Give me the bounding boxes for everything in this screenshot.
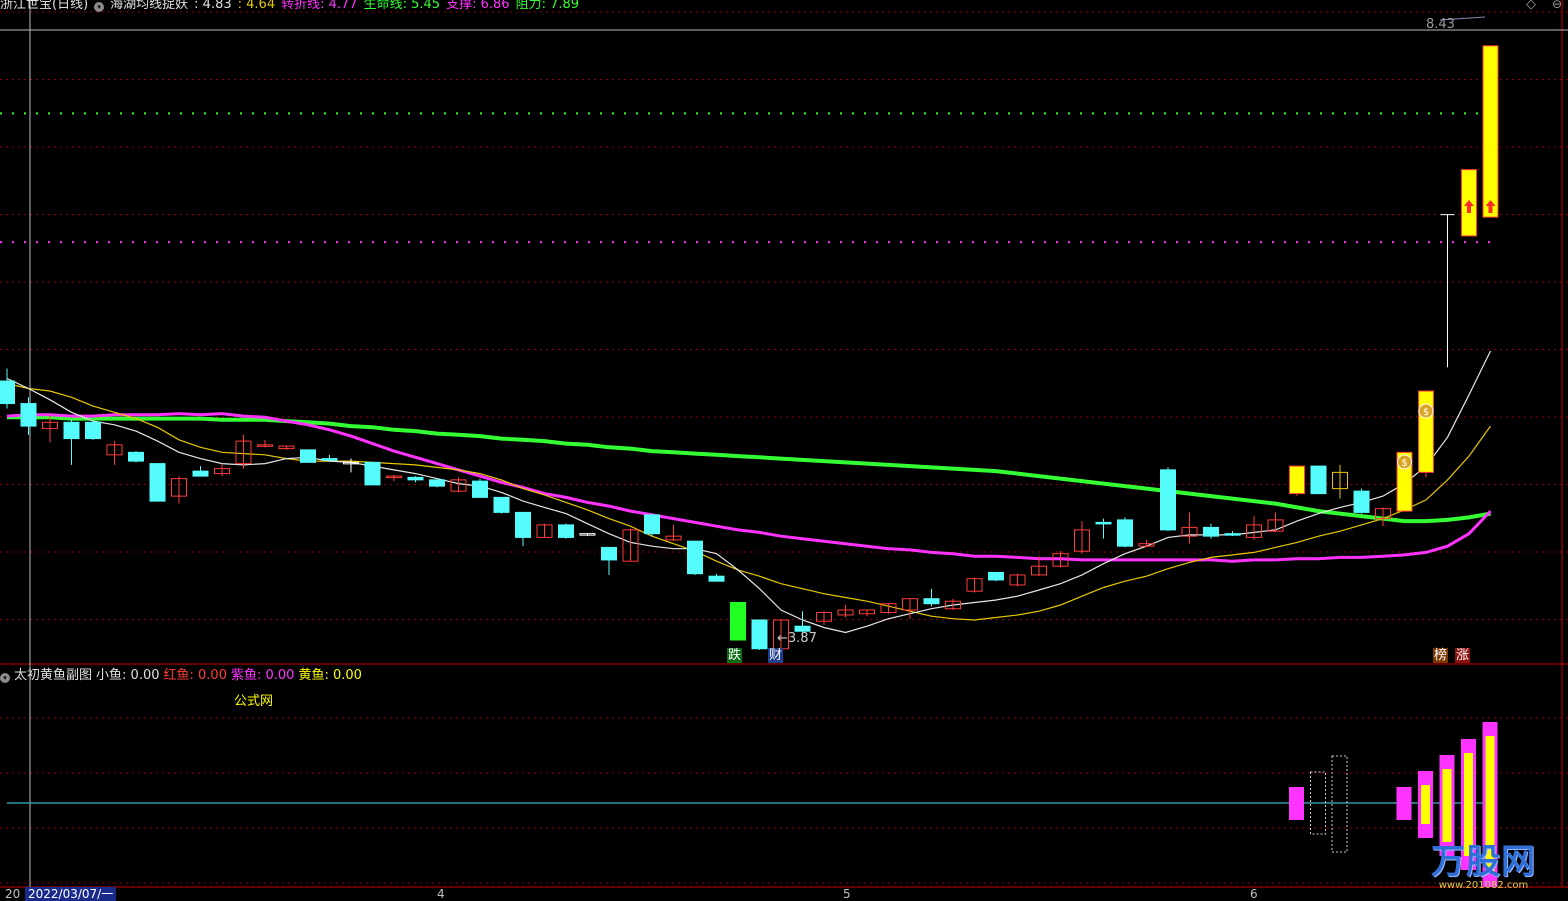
- red-fish-label: 红鱼: [163, 668, 190, 683]
- fish-bar-yellow: [1464, 753, 1473, 856]
- candle-down-body: [493, 496, 510, 513]
- candle-down-body: [644, 514, 660, 535]
- resist-label: 阻力: [515, 0, 542, 12]
- red-fish-value: : 0.00: [189, 668, 227, 683]
- resist-value: : 7.89: [541, 0, 580, 12]
- purple-fish-value: : 0.00: [257, 668, 295, 683]
- candle-down-body: [20, 403, 37, 427]
- candle-down-body: [1310, 465, 1327, 495]
- turn-value: : 4.77: [320, 0, 358, 12]
- candle-down-body: [407, 476, 424, 481]
- candle-down-body: [1224, 533, 1241, 536]
- indicator-name[interactable]: 海湖均线捉妖: [110, 0, 188, 12]
- chart-canvas: $$: [0, 0, 1568, 888]
- fish-bar-yellow: [1421, 785, 1430, 824]
- fish-bar-dashed: [1331, 755, 1348, 853]
- candle-yellow-body: [1289, 465, 1305, 495]
- yellow-fish-label: 黄鱼: [298, 668, 325, 683]
- candle-down-body: [708, 575, 725, 582]
- candle-down-body: [515, 511, 531, 538]
- high-price-label: 8.43: [1426, 17, 1455, 32]
- candle-down-body: [0, 380, 15, 405]
- candle-down-body: [472, 480, 488, 498]
- candle-down-body: [923, 598, 940, 605]
- candle-yellow-body: [1418, 390, 1434, 473]
- candle-down-body: [1095, 521, 1112, 525]
- site-label: 公式网: [234, 694, 274, 709]
- turn-label: 转折线: [281, 0, 321, 12]
- candle-down-body: [1117, 519, 1133, 547]
- watermark: 万股网 www.201082.com: [1431, 844, 1536, 891]
- indicator-menu-icon[interactable]: ▾: [94, 2, 105, 12]
- ma5-line: [6, 350, 1492, 634]
- ma-purple-line: [6, 412, 1492, 563]
- small-fish-value: : 0.00: [122, 668, 160, 683]
- candle-down-body: [149, 463, 166, 502]
- candle-down-body: [988, 571, 1004, 581]
- candle-down-body: [558, 524, 574, 538]
- x-axis-month-5: 5: [843, 887, 851, 901]
- candle-down-body: [429, 479, 445, 487]
- candle-down-body: [751, 619, 768, 650]
- x-axis-date-cursor[interactable]: 2022/03/07/一: [25, 887, 117, 901]
- yellow-fish-value: : 0.00: [324, 668, 362, 683]
- money-bag-symbol: $: [1401, 458, 1407, 469]
- collapse-icon[interactable]: ⊖: [1552, 0, 1562, 11]
- die-marker: 跌: [727, 648, 743, 663]
- candle-yellow-body: [1482, 45, 1499, 218]
- candle-down-body: [1353, 490, 1370, 513]
- bang-marker: 榜: [1433, 648, 1449, 663]
- main-chart-header: 浙江世宝(日线) ▾ 海湖均线捉妖 : 4.83 : 4.64 转折线: 4.77 生命线:…: [0, 0, 585, 13]
- candle-down-body: [63, 421, 80, 440]
- life-value: : 5.45: [402, 0, 441, 12]
- x-axis-partial: 20: [5, 887, 21, 901]
- candle-down-body: [601, 546, 617, 561]
- ma10-value: : 4.64: [237, 0, 276, 12]
- cai-marker: 财: [768, 648, 784, 663]
- watermark-logo: 万股网: [1431, 842, 1536, 882]
- support-label: 支撑: [446, 0, 473, 12]
- watermark-url: www.201082.com: [1438, 880, 1529, 891]
- money-bag-symbol: $: [1423, 407, 1429, 418]
- sub-menu-icon[interactable]: ▾: [0, 673, 10, 683]
- zhang-marker: 涨: [1455, 648, 1471, 663]
- small-fish-label: 小鱼: [96, 668, 123, 683]
- low-price-label: ←3.87: [777, 631, 817, 646]
- sub-chart-header: ▾ 太初黄鱼副图 小鱼: 0.00 红鱼: 0.00 紫鱼: 0.00 黄鱼: 0.00: [0, 667, 366, 685]
- candle-down-body: [192, 470, 209, 477]
- candle-down-body: [687, 540, 703, 575]
- low-price-value: 3.87: [787, 631, 817, 646]
- candle-down-body: [300, 449, 316, 463]
- x-axis-month-6: 6: [1250, 887, 1258, 901]
- fish-bar-yellow: [1442, 769, 1452, 842]
- candle-down-body: [321, 458, 338, 461]
- ma5-value: : 4.83: [194, 0, 232, 12]
- candle-down-body: [1203, 526, 1219, 537]
- stock-title[interactable]: 浙江世宝(日线): [0, 0, 88, 12]
- purple-fish-label: 紫鱼: [230, 668, 257, 683]
- sub-title[interactable]: 太初黄鱼副图: [14, 668, 92, 683]
- fish-bar-purple: [1289, 787, 1304, 820]
- candle-down-body: [85, 421, 101, 440]
- fish-bar-purple: [1396, 787, 1412, 820]
- candle-green-body: [730, 601, 746, 641]
- support-value: : 6.86: [472, 0, 510, 12]
- candle-down-body: [128, 451, 144, 462]
- candle-down-body: [1160, 469, 1176, 531]
- life-label: 生命线: [363, 0, 403, 12]
- expand-diamond-icon[interactable]: ◇: [1526, 0, 1536, 12]
- candle-down-body: [364, 461, 381, 486]
- x-axis-month-4: 4: [437, 887, 445, 901]
